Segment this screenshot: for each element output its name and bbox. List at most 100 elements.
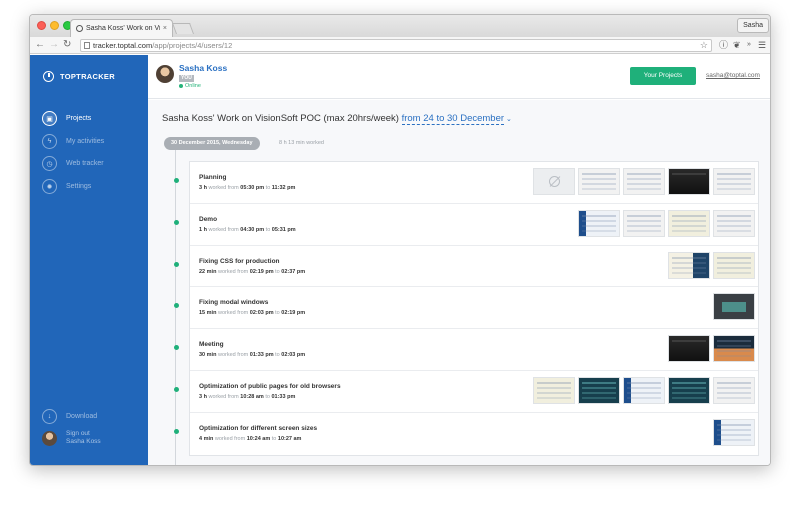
- screenshot-thumbnail[interactable]: [713, 335, 755, 363]
- worked-from-label: worked from: [217, 352, 249, 359]
- timeline-dot-icon: [174, 178, 179, 183]
- activity-end-time: 11:32 pm: [271, 185, 296, 191]
- info-extension-icon[interactable]: ⓘ: [719, 39, 728, 51]
- sign-out-user-name: Sasha Koss: [66, 438, 101, 445]
- worked-from-label: worked from: [208, 393, 239, 400]
- sidebar-item-label: Download: [66, 413, 98, 420]
- screenshot-thumbnail[interactable]: [578, 168, 620, 195]
- brand[interactable]: TOPTRACKER: [43, 71, 115, 82]
- tab-close-icon[interactable]: ×: [163, 25, 167, 32]
- toptracker-favicon-icon: [76, 25, 83, 32]
- activity-duration: 30 min: [199, 352, 217, 359]
- activity-name: Meeting: [199, 341, 224, 349]
- overflow-extensions-icon[interactable]: »: [747, 39, 751, 51]
- activity-row[interactable]: Optimization for different screen sizes 4…: [174, 413, 758, 455]
- page-document-icon: [84, 42, 90, 49]
- sidebar-item-web-tracker[interactable]: ◷ Web tracker: [42, 156, 104, 171]
- screenshot-thumbnail[interactable]: [668, 251, 710, 279]
- browser-tab[interactable]: Sasha Koss' Work on Visio ×: [70, 19, 173, 37]
- main-area: Sasha Koss YOU Online Your Projects sash…: [148, 55, 770, 465]
- stopwatch-icon: ◷: [42, 156, 57, 171]
- sidebar-item-download[interactable]: ↓ Download: [42, 409, 97, 424]
- screenshot-thumbnail[interactable]: [668, 335, 710, 363]
- screenshot-thumbnail[interactable]: [713, 376, 755, 404]
- activity-start-time: 05:30 pm: [240, 185, 265, 191]
- activity-start-time: 04:30 pm: [240, 226, 265, 233]
- timeline-dot-icon: [174, 345, 179, 351]
- to-label: to: [265, 226, 271, 233]
- download-icon: ↓: [42, 409, 57, 424]
- bookmark-star-icon[interactable]: ☆: [700, 40, 708, 51]
- activity-start-time: 10:24 am: [246, 435, 271, 442]
- to-label: to: [265, 185, 271, 191]
- sidebar-item-label: Projects: [66, 115, 92, 122]
- activity-duration: 3 h: [199, 185, 207, 191]
- screenshot-thumbnail[interactable]: [713, 293, 755, 321]
- avatar: [42, 430, 57, 446]
- to-label: to: [271, 435, 277, 442]
- activity-start-time: 10:28 am: [240, 393, 264, 400]
- no-screenshot-thumbnail[interactable]: [533, 168, 575, 195]
- screenshot-thumbnail[interactable]: [713, 209, 755, 237]
- profile-button[interactable]: Sasha: [737, 18, 769, 33]
- screenshot-thumbnails: [713, 418, 755, 446]
- activity-name: Optimization of public pages for old bro…: [199, 382, 341, 390]
- screenshot-thumbnail[interactable]: [668, 168, 710, 195]
- back-arrow-icon[interactable]: ←: [35, 39, 45, 51]
- activity-duration: 3 h: [199, 393, 207, 400]
- screenshot-thumbnail[interactable]: [668, 376, 710, 404]
- activity-start-time: 02:19 pm: [249, 268, 274, 275]
- screenshot-thumbnail[interactable]: [623, 209, 665, 237]
- forward-arrow-icon[interactable]: →: [49, 39, 59, 51]
- screenshot-thumbnail[interactable]: [713, 168, 755, 195]
- extension-icon[interactable]: ❦: [733, 39, 741, 51]
- close-window-button[interactable]: [37, 21, 46, 30]
- activity-row[interactable]: Fixing modal windows 15 min worked from 0…: [174, 287, 758, 330]
- activity-row[interactable]: Optimization of public pages for old bro…: [174, 371, 758, 413]
- address-bar: ← → ↻ tracker.toptal.com/app/projects/4/…: [30, 37, 770, 54]
- reload-icon[interactable]: ↻: [63, 39, 71, 51]
- date-range-selector[interactable]: from 24 to 30 December: [401, 113, 505, 125]
- user-name[interactable]: Sasha Koss: [179, 63, 227, 73]
- menu-icon[interactable]: ☰: [758, 39, 766, 51]
- sidebar-item-my-activities[interactable]: ϟ My activities: [42, 134, 104, 149]
- screenshot-thumbnails: [578, 209, 755, 237]
- url-field[interactable]: tracker.toptal.com/app/projects/4/users/…: [80, 39, 712, 52]
- activity-name: Optimization for different screen sizes: [199, 424, 318, 432]
- screenshot-thumbnail[interactable]: [713, 418, 755, 446]
- screenshot-thumbnail[interactable]: [713, 251, 755, 279]
- screenshot-thumbnail[interactable]: [623, 376, 665, 404]
- sidebar-item-settings[interactable]: ✹ Settings: [42, 179, 91, 194]
- page-header: Sasha Koss YOU Online Your Projects sash…: [148, 55, 770, 99]
- sidebar-item-projects[interactable]: ▣ Projects: [42, 111, 91, 126]
- activity-time: 4 min worked from 10:24 am to 10:27 am: [199, 436, 301, 442]
- activity-row[interactable]: Planning 3 h worked from 05:30 pm to 11:3…: [174, 162, 758, 204]
- activity-row[interactable]: Meeting 30 min worked from 01:33 pm to 02…: [174, 329, 758, 371]
- bolt-icon: ϟ: [42, 134, 57, 149]
- minimize-window-button[interactable]: [50, 21, 59, 30]
- screenshot-thumbnail[interactable]: [623, 168, 665, 195]
- activity-row[interactable]: Fixing CSS for production 22 min worked f…: [174, 246, 758, 288]
- chevron-down-icon[interactable]: ⌄: [506, 116, 512, 123]
- brand-name: TOPTRACKER: [60, 72, 115, 81]
- sidebar: TOPTRACKER ▣ Projects ϟ My activities ◷ …: [30, 55, 148, 465]
- screenshot-thumbnail[interactable]: [578, 209, 620, 237]
- user-avatar: [156, 65, 174, 83]
- user-email-link[interactable]: sasha@toptal.com: [706, 72, 760, 79]
- sidebar-sign-out[interactable]: Sign out Sasha Koss: [42, 430, 101, 446]
- to-label: to: [275, 268, 280, 275]
- to-label: to: [275, 310, 280, 317]
- activity-end-time: 02:19 pm: [281, 310, 306, 317]
- activity-time: 22 min worked from 02:19 pm to 02:37 pm: [199, 269, 305, 275]
- activity-time: 3 h worked from 10:28 am to 01:33 pm: [199, 394, 295, 400]
- activity-name: Planning: [199, 174, 227, 181]
- your-projects-button[interactable]: Your Projects: [630, 67, 696, 85]
- screenshot-thumbnail[interactable]: [533, 376, 575, 404]
- status-text: Online: [185, 83, 201, 89]
- activity-duration: 4 min: [199, 435, 214, 442]
- screenshot-thumbnail[interactable]: [578, 376, 620, 404]
- timeline-dot-icon: [174, 303, 179, 309]
- activity-row[interactable]: Demo 1 h worked from 04:30 pm to 05:31 pm: [174, 204, 758, 246]
- new-tab-button[interactable]: [171, 23, 195, 34]
- screenshot-thumbnail[interactable]: [668, 209, 710, 237]
